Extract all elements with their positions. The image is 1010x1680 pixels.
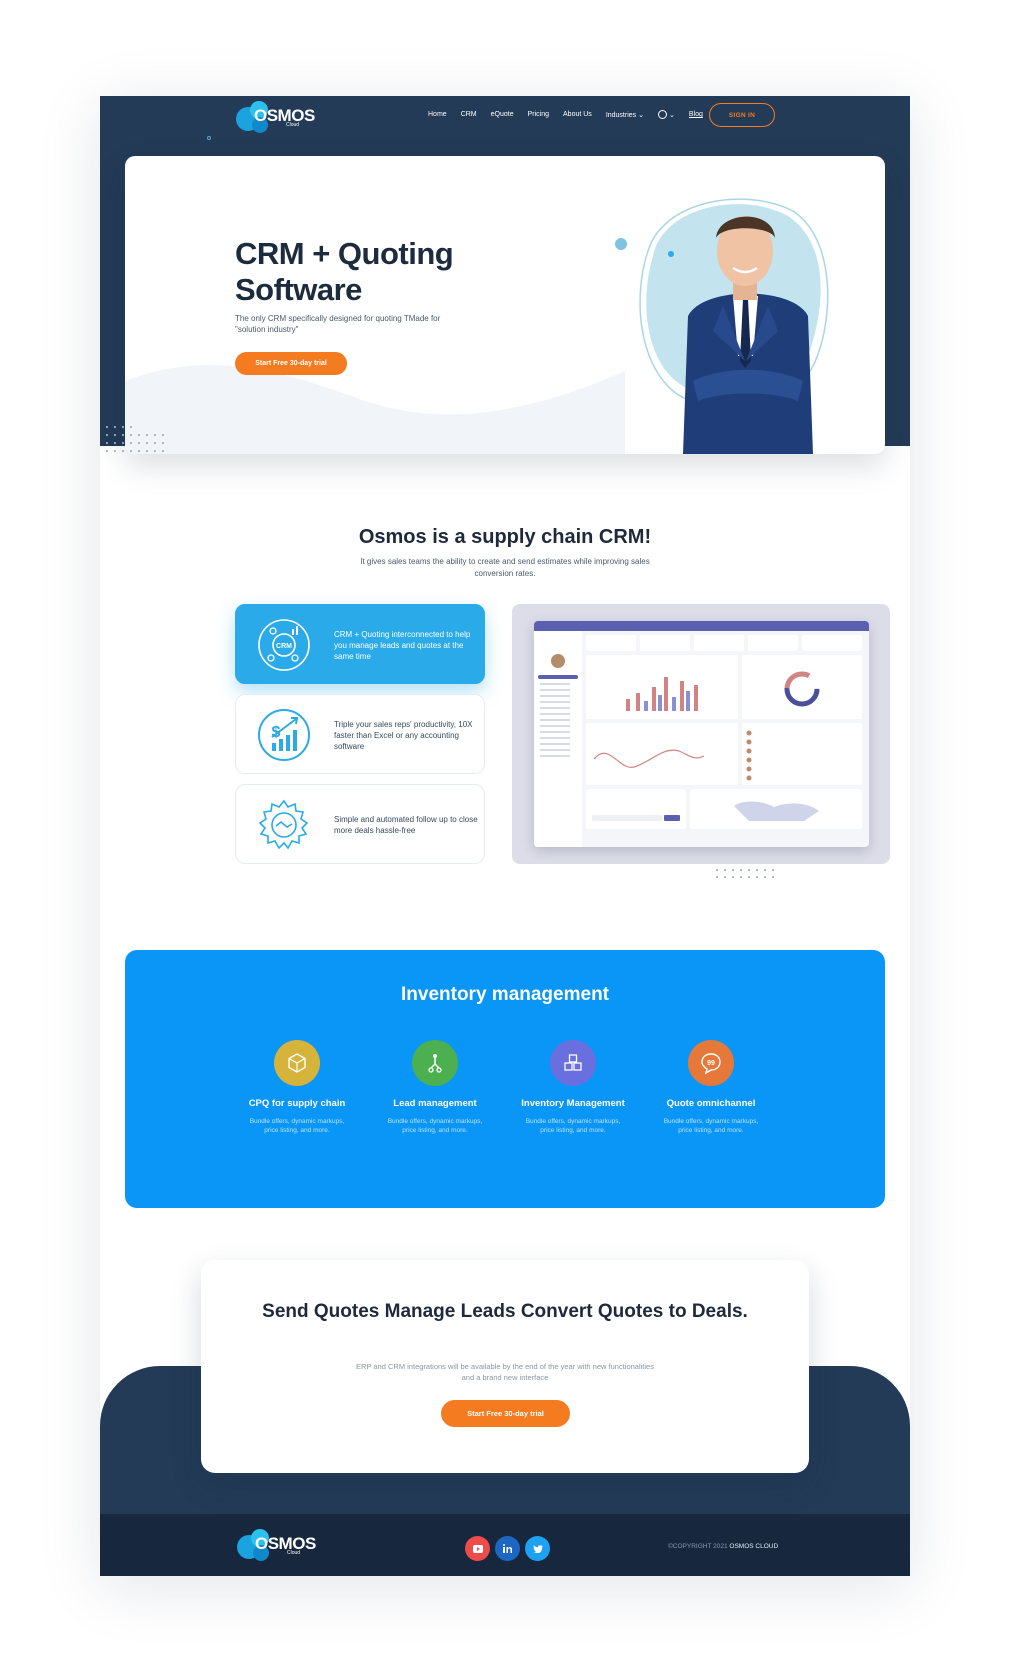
nav-links: Home CRM eQuote Pricing About Us Industr… [428,110,703,119]
decor-dot [207,136,211,140]
inventory-item-desc: Bundle offers, dynamic markups, price li… [387,1118,483,1134]
nav-industries-label: Industries [605,111,637,119]
copyright-label: ©COPYRIGHT 2021 [668,1543,728,1550]
nav-about[interactable]: About Us [563,111,592,118]
cta-start-trial-button[interactable]: Start Free 30-day trial [441,1400,570,1427]
growth-chart-icon: $ [258,709,310,761]
inventory-item-lead[interactable]: Lead management Bundle offers, dynamic m… [375,1040,495,1135]
inventory-item-inventory[interactable]: Inventory Management Bundle offers, dyna… [513,1040,633,1135]
feature-text: Simple and automated follow up to close … [334,815,478,835]
inventory-item-title: Quote omnichannel [666,1098,756,1109]
cube-network-icon [274,1040,320,1086]
chevron-down-icon: ⌄ [638,111,644,119]
language-selector[interactable]: ⌄ [658,110,675,119]
inventory-item-desc: Bundle offers, dynamic markups, price li… [663,1118,759,1134]
top-nav: OSMOS Cloud Home CRM eQuote Pricing Abou… [100,96,910,156]
feature-text: Triple your sales reps' productivity, 10… [334,719,473,751]
logo-subtext: Cloud [286,122,300,128]
nav-industries[interactable]: Industries ⌄ [606,111,644,119]
quote-bubble-icon: 99 [688,1040,734,1086]
boxes-icon [550,1040,596,1086]
chevron-down-icon: ⌄ [669,111,675,119]
decor-dot-grid [106,426,176,466]
inventory-item-title: Lead management [393,1098,477,1109]
start-trial-button[interactable]: Start Free 30-day trial [235,352,347,375]
dashboard-mockup [534,621,869,847]
nav-blog[interactable]: Blog [689,111,703,118]
logo-text: OSMOS [255,1534,316,1553]
handshake-gear-icon [258,799,309,850]
nav-crm[interactable]: CRM [461,111,477,118]
social-links [465,1536,550,1561]
copyright-text: ©COPYRIGHT 2021 OSMOS CLOUD [668,1543,778,1550]
logo-subtext: Cloud [287,1550,301,1556]
businessman-image [615,198,829,454]
osmos-logo[interactable]: OSMOS Cloud [236,100,316,136]
youtube-icon[interactable] [465,1536,490,1561]
hero-subtitle: The only CRM specifically designed for q… [235,314,441,334]
feature-text: CRM + Quoting interconnected to help you… [334,629,471,661]
cta-subtitle: ERP and CRM integrations will be availab… [356,1362,654,1382]
dashboard-preview [512,604,890,864]
hero-title: CRM + Quoting Software [235,236,454,307]
inventory-item-desc: Bundle offers, dynamic markups, price li… [249,1118,345,1134]
logo-text: OSMOS [254,106,315,125]
inventory-item-cpq[interactable]: CPQ for supply chain Bundle offers, dyna… [237,1040,357,1135]
svg-text:99: 99 [707,1060,715,1067]
dashboard-screenshot [534,621,869,847]
cta-title: Send Quotes Manage Leads Convert Quotes … [262,1301,748,1322]
svg-text:CRM: CRM [276,643,292,650]
footer-logo[interactable]: OSMOS Cloud [237,1528,317,1564]
feature-card-productivity[interactable]: $ Triple your sales reps' productivity, … [235,694,485,774]
hero-card: CRM + Quoting Software The only CRM spec… [125,156,885,454]
inventory-title: Inventory management [401,984,609,1005]
nav-equote[interactable]: eQuote [491,111,514,118]
supply-chain-subtitle: It gives sales teams the ability to crea… [360,557,650,578]
nav-home[interactable]: Home [428,111,447,118]
nav-pricing[interactable]: Pricing [528,111,549,118]
crm-cycle-icon: CRM [258,619,310,671]
decor-dot-grid [716,869,776,879]
inventory-item-title: Inventory Management [521,1098,625,1109]
inventory-item-title: CPQ for supply chain [248,1098,346,1109]
inventory-item-desc: Bundle offers, dynamic markups, price li… [525,1118,621,1134]
linkedin-icon[interactable] [495,1536,520,1561]
cta-card: Send Quotes Manage Leads Convert Quotes … [201,1260,809,1473]
inventory-item-quote[interactable]: 99 Quote omnichannel Bundle offers, dyna… [651,1040,771,1135]
sign-in-button[interactable]: SIGN IN [709,103,775,127]
feature-card-followup[interactable]: Simple and automated follow up to close … [235,784,485,864]
twitter-icon[interactable] [525,1536,550,1561]
feature-card-crm[interactable]: CRM CRM + Quoting interconnected to help… [235,604,485,684]
globe-icon [658,110,667,119]
copyright-brand: OSMOS CLOUD [729,1543,779,1550]
page-frame: OSMOS Cloud Home CRM eQuote Pricing Abou… [100,96,910,1576]
lead-flow-icon [412,1040,458,1086]
inventory-section: Inventory management CPQ for supply chai… [125,950,885,1208]
supply-chain-title: Osmos is a supply chain CRM! [358,526,652,548]
